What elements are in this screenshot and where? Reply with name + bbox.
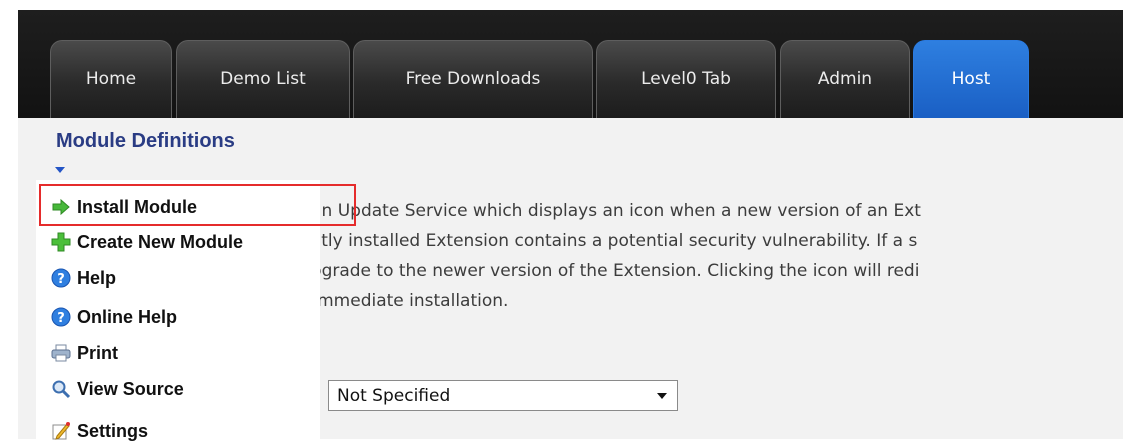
menu-item-view-source[interactable]: View Source (51, 376, 184, 402)
menu-item-label: View Source (77, 378, 184, 399)
view-source-icon (51, 379, 71, 399)
description-line: : an Update Service which displays an ic… (300, 201, 921, 221)
description-line: r immediate installation. (300, 291, 509, 311)
filter-select-value: Not Specified (337, 385, 451, 406)
menu-item-label: Online Help (77, 306, 178, 327)
tab-label: Home (85, 69, 137, 89)
chevron-down-icon (657, 393, 667, 399)
menu-item-label: Settings (77, 420, 149, 441)
description-line: upgrade to the newer version of the Exte… (300, 261, 920, 281)
arrow-right-icon (51, 197, 71, 217)
description-line: ently installed Extension contains a pot… (300, 231, 918, 251)
tab-label: Level0 Tab (641, 69, 731, 89)
tab-label: Host (951, 69, 991, 89)
menu-item-label: Help (77, 267, 117, 288)
tab-home[interactable]: Home (50, 40, 172, 118)
menu-item-create-new-module[interactable]: Create New Module (51, 229, 243, 255)
tab-admin[interactable]: Admin (780, 40, 910, 118)
tab-demo-list[interactable]: Demo List (176, 40, 350, 118)
print-icon (51, 343, 71, 363)
menu-item-print[interactable]: Print (51, 340, 118, 366)
module-description: : an Update Service which displays an ic… (300, 196, 1123, 316)
action-menu: Install Module Create New Module ? Help … (36, 180, 320, 441)
menu-item-label: Create New Module (77, 231, 244, 252)
menu-item-install-module[interactable]: Install Module (51, 194, 197, 220)
help-icon: ? (51, 268, 71, 288)
menu-item-label: Install Module (77, 196, 198, 217)
module-title: Module Definitions (56, 130, 235, 152)
menu-item-settings[interactable]: Settings (51, 418, 148, 444)
menu-item-label: Print (77, 342, 119, 363)
tab-level0[interactable]: Level0 Tab (596, 40, 776, 118)
tab-free-downloads[interactable]: Free Downloads (353, 40, 593, 118)
svg-text:?: ? (57, 311, 65, 326)
svg-text:?: ? (57, 272, 65, 287)
settings-icon (51, 421, 71, 441)
action-menu-caret-icon[interactable] (55, 167, 65, 173)
tab-label: Admin (817, 69, 873, 89)
filter-select[interactable]: Not Specified (328, 380, 678, 411)
plus-icon (51, 232, 71, 252)
menu-item-help[interactable]: ? Help (51, 265, 116, 291)
tab-label: Free Downloads (405, 69, 541, 89)
online-help-icon: ? (51, 307, 71, 327)
tab-host[interactable]: Host (913, 40, 1029, 118)
tab-label: Demo List (220, 69, 306, 89)
menu-item-online-help[interactable]: ? Online Help (51, 304, 177, 330)
